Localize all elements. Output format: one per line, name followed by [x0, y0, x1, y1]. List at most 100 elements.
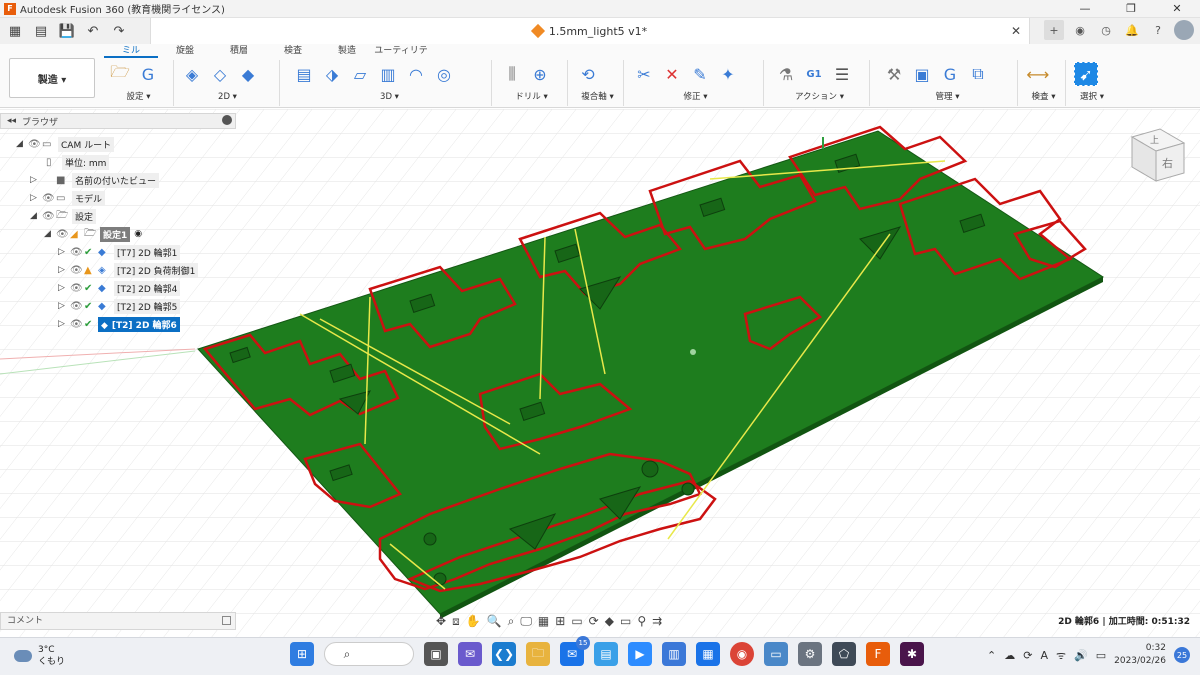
- tree-item-op-contour4[interactable]: ▷ 👁 ✔ ◆ [T2] 2D 輪郭4: [58, 279, 181, 297]
- visibility-eye-icon[interactable]: 👁: [70, 283, 84, 294]
- tree-item-setups[interactable]: ◢ 👁 🗁 設定: [30, 207, 97, 225]
- select-icon[interactable]: ➹: [1074, 62, 1098, 86]
- tree-item-units[interactable]: ▯ 単位: mm: [46, 153, 110, 171]
- edit-icon[interactable]: ✎: [688, 62, 712, 86]
- visibility-eye-icon[interactable]: 👁: [70, 265, 84, 276]
- job-status-icon[interactable]: ◷: [1096, 20, 1116, 40]
- hole-recognition-icon[interactable]: ⊕: [528, 62, 552, 86]
- tab-turning[interactable]: 旋盤: [158, 44, 212, 58]
- weather-widget[interactable]: 3°C くもり: [14, 644, 65, 668]
- orbit-icon[interactable]: ✥: [436, 614, 446, 628]
- notepad-icon[interactable]: ▥: [662, 642, 686, 666]
- tab-additive[interactable]: 積層: [212, 44, 266, 58]
- machine-display-icon[interactable]: ⇉: [652, 614, 662, 628]
- new-tab-button[interactable]: +: [1044, 20, 1064, 40]
- redo-icon[interactable]: ↷: [108, 20, 130, 42]
- contour-icon[interactable]: ◎: [432, 62, 456, 86]
- group-label-multiaxis[interactable]: 複合軸 ▾: [572, 90, 623, 102]
- network-app-icon[interactable]: ⬠: [832, 642, 856, 666]
- tab-inspection[interactable]: 検査: [266, 44, 320, 58]
- toolpath-display-icon[interactable]: ⟳: [589, 614, 599, 628]
- document-tab[interactable]: 1.5mm_light5 v1* ✕: [150, 18, 1030, 44]
- scallop-icon[interactable]: ◠: [404, 62, 428, 86]
- visibility-eye-icon[interactable]: 👁: [70, 319, 84, 330]
- tree-item-op-contour1[interactable]: ▷ 👁 ✔ ◆ [T7] 2D 輪郭1: [58, 243, 181, 261]
- group-label-drill[interactable]: ドリル ▾: [496, 90, 567, 102]
- comment-expand-icon[interactable]: [222, 616, 231, 625]
- tool-library-icon[interactable]: ⚒: [882, 62, 906, 86]
- help-icon[interactable]: ?: [1148, 20, 1168, 40]
- save-icon[interactable]: 💾: [56, 20, 78, 42]
- close-tab-icon[interactable]: ✕: [1011, 24, 1021, 38]
- pan-icon[interactable]: ✋: [466, 614, 481, 628]
- setup-sheet-icon[interactable]: ☰: [830, 62, 854, 86]
- drill-icon[interactable]: ⫼: [500, 62, 524, 86]
- fit-icon[interactable]: ⌕: [508, 614, 515, 629]
- expand-icon[interactable]: ▷: [58, 283, 70, 293]
- template-library-icon[interactable]: G: [938, 62, 962, 86]
- post-library-icon[interactable]: ⧉: [966, 62, 990, 86]
- remote-desktop-icon[interactable]: ▭: [764, 642, 788, 666]
- browser-collapse-icon[interactable]: [222, 115, 232, 125]
- onedrive-icon[interactable]: ☁: [1004, 649, 1015, 662]
- activate-target-icon[interactable]: ◉: [134, 229, 142, 239]
- post-process-icon[interactable]: G1: [802, 62, 826, 86]
- volume-icon[interactable]: 🔊: [1074, 649, 1088, 662]
- mail-icon[interactable]: ✉ 15: [560, 636, 590, 666]
- look-at-icon[interactable]: ⧈: [452, 614, 460, 629]
- tab-fabrication[interactable]: 製造: [320, 44, 374, 58]
- expand-icon[interactable]: ▷: [30, 175, 42, 185]
- parallel-icon[interactable]: ▥: [376, 62, 400, 86]
- tree-item-models[interactable]: ▷ 👁 ▭ モデル: [30, 189, 106, 207]
- group-label-3d[interactable]: 3D ▾: [288, 92, 491, 102]
- material-icon[interactable]: ◆: [605, 614, 614, 628]
- group-label-modify[interactable]: 修正 ▾: [628, 90, 763, 102]
- tree-item-op-contour6[interactable]: ▷ 👁 ✔ ◆ [T2] 2D 輪郭6: [58, 315, 180, 333]
- simulation-icon[interactable]: ▭: [620, 614, 631, 628]
- expand-icon[interactable]: ◢: [30, 211, 42, 221]
- multiaxis-icon[interactable]: ⟲: [576, 62, 600, 86]
- expand-icon[interactable]: ▷: [58, 319, 70, 329]
- slack-icon[interactable]: ✱: [900, 642, 924, 666]
- setup-g-icon[interactable]: G: [136, 62, 160, 86]
- visibility-eye-icon[interactable]: 👁: [42, 211, 56, 222]
- store-icon[interactable]: ▤: [594, 642, 618, 666]
- app-grid-icon[interactable]: ▦: [4, 20, 26, 42]
- maximize-button[interactable]: ❐: [1108, 0, 1154, 18]
- notifications-icon[interactable]: 🔔: [1122, 20, 1142, 40]
- simulate-icon[interactable]: ⚗: [774, 62, 798, 86]
- start-menu-icon[interactable]: ⊞: [290, 642, 314, 666]
- tree-item-op-contour5[interactable]: ▷ 👁 ✔ ◆ [T2] 2D 輪郭5: [58, 297, 181, 315]
- measure-icon[interactable]: ⟷: [1026, 62, 1050, 86]
- wifi-icon[interactable]: ᯤ: [1056, 648, 1066, 663]
- avatar[interactable]: [1174, 20, 1194, 40]
- browser-header[interactable]: ◂◂ ブラウザ: [0, 113, 236, 129]
- taskbar-search[interactable]: ⌕ 検索: [324, 642, 414, 666]
- pattern-icon[interactable]: ✦: [716, 62, 740, 86]
- sync-icon[interactable]: ⟳: [1023, 649, 1032, 662]
- stock-display-icon[interactable]: ▭: [571, 614, 582, 628]
- expand-icon[interactable]: ▷: [30, 193, 42, 203]
- file-explorer-icon[interactable]: 🗀: [526, 642, 550, 666]
- notification-badge[interactable]: 25: [1174, 647, 1190, 663]
- pocket-clearing-icon[interactable]: ⬗: [320, 62, 344, 86]
- file-menu-icon[interactable]: ▤: [30, 20, 52, 42]
- ime-indicator[interactable]: A: [1040, 649, 1048, 662]
- close-window-button[interactable]: ✕: [1154, 0, 1200, 18]
- visibility-eye-icon[interactable]: 👁: [56, 229, 70, 240]
- fusion-taskbar-icon[interactable]: F: [866, 642, 890, 666]
- 2d-pocket-icon[interactable]: ◇: [208, 62, 232, 86]
- adaptive-clearing-icon[interactable]: ▤: [292, 62, 316, 86]
- comment-bar[interactable]: コメント: [0, 612, 236, 630]
- delete-toolpath-icon[interactable]: ✕: [660, 62, 684, 86]
- battery-icon[interactable]: ▭: [1096, 649, 1106, 662]
- tree-item-cam-root[interactable]: ◢ 👁 ▭ CAM ルート: [16, 135, 115, 153]
- group-label-inspect[interactable]: 検査 ▾: [1022, 90, 1065, 102]
- undo-icon[interactable]: ↶: [82, 20, 104, 42]
- visibility-eye-icon[interactable]: 👁: [70, 247, 84, 258]
- folder-icon[interactable]: 🗁: [108, 62, 132, 86]
- tray-overflow-icon[interactable]: ⌃: [987, 649, 996, 662]
- display-settings-icon[interactable]: 🖵: [520, 614, 532, 629]
- expand-icon[interactable]: ▷: [58, 247, 70, 257]
- zoom-app-icon[interactable]: ▶: [628, 642, 652, 666]
